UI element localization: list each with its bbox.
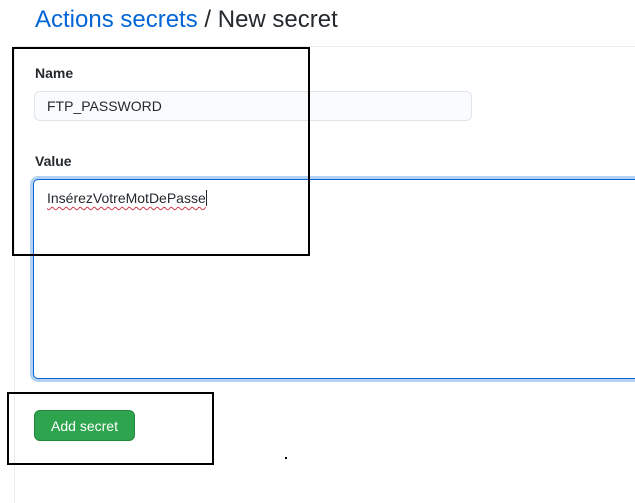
breadcrumb-actions-secrets-link[interactable]: Actions secrets [35,6,198,33]
breadcrumb-separator: / [197,6,218,33]
page-title: Actions secrets / New secret [35,5,338,35]
annotation-box-submit [7,392,214,465]
stray-dot [285,457,287,459]
annotation-box-form-fields [12,47,310,256]
breadcrumb-current: New secret [217,6,338,33]
